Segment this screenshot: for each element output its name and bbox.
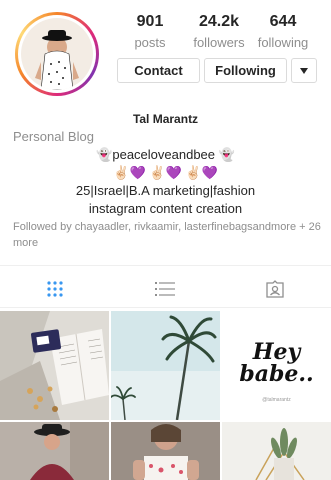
profile-name: Tal Marantz bbox=[132, 112, 199, 126]
following-count: 644 bbox=[269, 13, 297, 30]
post-image-plant bbox=[222, 422, 331, 480]
posts-count: 901 bbox=[136, 13, 164, 30]
avatar-photo bbox=[21, 18, 93, 90]
post-thumbnail[interactable] bbox=[222, 422, 331, 480]
post-thumbnail[interactable]: Hey babe.. @talmarantz bbox=[222, 311, 331, 420]
profile-category: Personal Blog bbox=[13, 129, 94, 144]
post-thumbnail[interactable] bbox=[111, 311, 220, 420]
bio-line-4: instagram content creation bbox=[88, 201, 243, 216]
following-stat[interactable]: 644 following bbox=[248, 12, 318, 52]
tabs-bottom-divider bbox=[0, 307, 331, 308]
post-image-portrait bbox=[0, 422, 109, 480]
followers-count: 24.2k bbox=[198, 13, 240, 30]
avatar-frame bbox=[18, 15, 96, 93]
posts-stat: 901 posts bbox=[115, 12, 185, 52]
post-thumbnail[interactable] bbox=[0, 422, 109, 480]
bio-line-1: 👻peaceloveandbee 👻 bbox=[96, 147, 235, 162]
bio-line-3: 25|Israel|B.A marketing|fashion bbox=[75, 183, 256, 198]
post-caption-text: Hey babe.. bbox=[239, 339, 314, 387]
tab-list[interactable] bbox=[110, 277, 220, 301]
followers-label: followers bbox=[193, 35, 245, 50]
post-thumbnail[interactable] bbox=[111, 422, 220, 480]
tabs-top-divider bbox=[0, 265, 331, 266]
following-button[interactable]: Following bbox=[204, 58, 287, 83]
tagged-icon bbox=[266, 280, 284, 298]
contact-button[interactable]: Contact bbox=[117, 58, 200, 83]
posts-label: posts bbox=[134, 35, 166, 50]
tab-grid[interactable] bbox=[0, 277, 110, 301]
avatar[interactable] bbox=[15, 12, 99, 96]
post-image-book bbox=[0, 311, 109, 420]
list-icon bbox=[155, 282, 175, 296]
grid-icon bbox=[47, 281, 63, 297]
followed-by-text[interactable]: Followed by chayaadler, rivkaamir, laste… bbox=[13, 219, 321, 251]
tab-tagged[interactable] bbox=[220, 277, 330, 301]
post-image-palms bbox=[111, 311, 220, 420]
more-options-button[interactable] bbox=[291, 58, 317, 83]
followers-stat[interactable]: 24.2k followers bbox=[184, 12, 254, 52]
post-thumbnail[interactable] bbox=[0, 311, 109, 420]
following-label: following bbox=[257, 35, 309, 50]
bio-line-2: ✌🏻💜 ✌🏻💜 ✌🏻💜 bbox=[113, 165, 218, 180]
caret-down-icon bbox=[300, 67, 308, 74]
post-caption-handle: @talmarantz bbox=[262, 397, 291, 403]
post-image-cup bbox=[111, 422, 220, 480]
